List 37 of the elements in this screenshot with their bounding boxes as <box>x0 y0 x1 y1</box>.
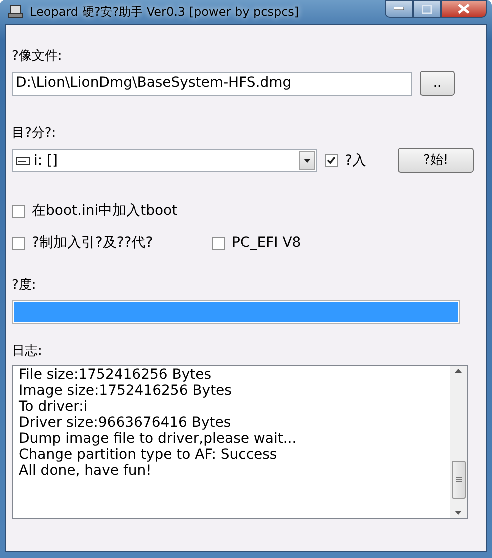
drive-icon <box>16 156 30 166</box>
field-label: ?度: <box>12 278 38 294</box>
log-line: Dump image file to driver,please wait... <box>19 431 298 447</box>
checkbox-label: PC_EFI V8 <box>232 235 302 251</box>
dropdown-value: i: [] <box>34 152 59 168</box>
window-title: Leopard 硬?安?助手 Ver0.3 [power by pcspcs] <box>30 4 300 21</box>
minimize-icon <box>394 7 404 11</box>
field-label: 日志: <box>12 344 44 360</box>
scrollbar[interactable] <box>450 366 467 518</box>
checkbox-label: ?制加入引?及??代? <box>32 235 154 251</box>
maximize-icon <box>422 4 432 14</box>
checkbox-label: ?入 <box>345 152 366 168</box>
log-line: To driver:i <box>19 399 89 415</box>
file-path-field[interactable]: D:\Lion\LionDmg\BaseSystem-HFS.dmg <box>12 72 412 96</box>
close-button[interactable] <box>441 0 487 18</box>
write-checkbox[interactable] <box>325 154 338 167</box>
log-line: Image size:1752416256 Bytes <box>19 383 233 399</box>
start-button[interactable]: ?始! <box>398 148 474 173</box>
app-icon <box>8 4 24 20</box>
log-line: Driver size:9663676416 Bytes <box>19 415 232 431</box>
checkbox[interactable] <box>12 236 25 250</box>
checkbox-label: 在boot.ini中加入tboot <box>32 203 178 219</box>
minimize-button[interactable] <box>385 0 413 18</box>
log-line: File size:1752416256 Bytes <box>19 367 213 383</box>
log-line: Change partition type to AF: Success <box>19 447 278 463</box>
checkbox[interactable] <box>12 204 25 218</box>
partition-dropdown[interactable]: i: [] <box>12 149 317 172</box>
scroll-up-icon[interactable] <box>455 369 462 373</box>
maximize-button[interactable] <box>413 0 441 18</box>
close-icon <box>458 4 470 14</box>
field-label: ?像文件: <box>12 49 64 65</box>
field-label: 目?分?: <box>12 126 58 142</box>
scroll-down-icon[interactable] <box>455 511 462 515</box>
scrollbar-thumb[interactable] <box>452 461 466 499</box>
log-line: All done, have fun! <box>19 463 153 479</box>
checkbox[interactable] <box>212 236 225 250</box>
browse-button[interactable]: .. <box>420 71 455 96</box>
